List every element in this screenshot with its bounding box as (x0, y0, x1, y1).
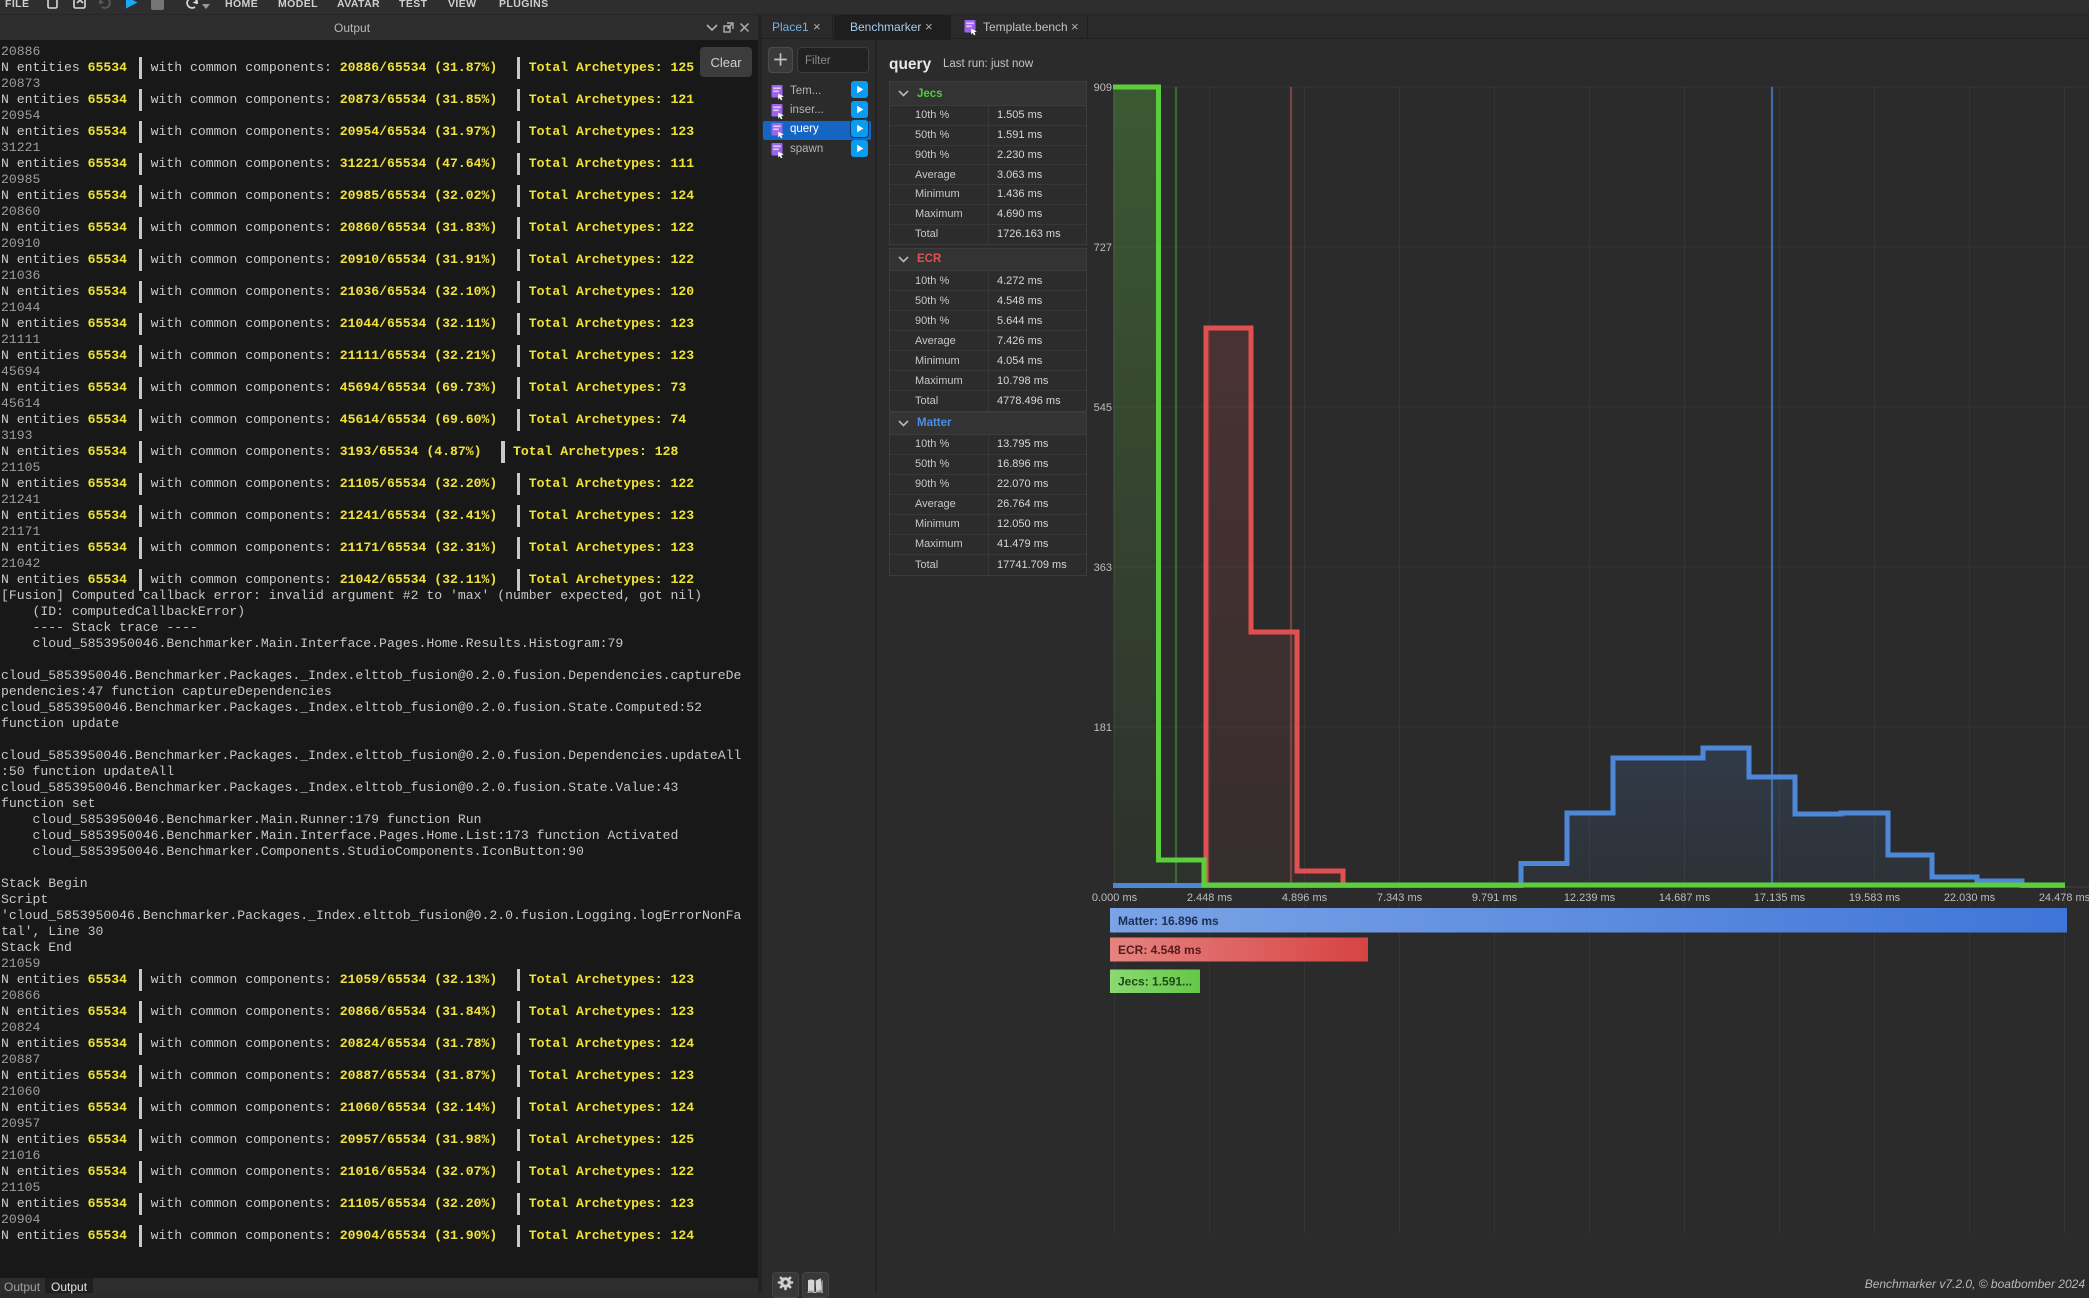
svg-text:0.000 ms: 0.000 ms (1092, 892, 1138, 904)
svg-text:Jecs: 1.591...: Jecs: 1.591... (1118, 975, 1192, 989)
svg-text:2.448 ms: 2.448 ms (1187, 892, 1233, 904)
svg-text:4.896 ms: 4.896 ms (1282, 892, 1328, 904)
svg-text:545: 545 (1094, 402, 1112, 414)
svg-text:363: 363 (1094, 562, 1112, 574)
svg-text:24.478 ms: 24.478 ms (2039, 892, 2089, 904)
svg-text:12.239 ms: 12.239 ms (1564, 892, 1616, 904)
svg-text:17.135 ms: 17.135 ms (1754, 892, 1806, 904)
svg-text:909: 909 (1094, 82, 1112, 94)
svg-text:14.687 ms: 14.687 ms (1659, 892, 1711, 904)
svg-text:727: 727 (1094, 242, 1112, 254)
svg-text:9.791 ms: 9.791 ms (1472, 892, 1518, 904)
svg-text:181: 181 (1094, 722, 1112, 734)
svg-text:7.343 ms: 7.343 ms (1377, 892, 1423, 904)
svg-text:22.030 ms: 22.030 ms (1944, 892, 1996, 904)
svg-text:19.583 ms: 19.583 ms (1849, 892, 1901, 904)
svg-text:Matter: 16.896 ms: Matter: 16.896 ms (1118, 914, 1219, 928)
svg-text:ECR: 4.548 ms: ECR: 4.548 ms (1118, 943, 1202, 957)
